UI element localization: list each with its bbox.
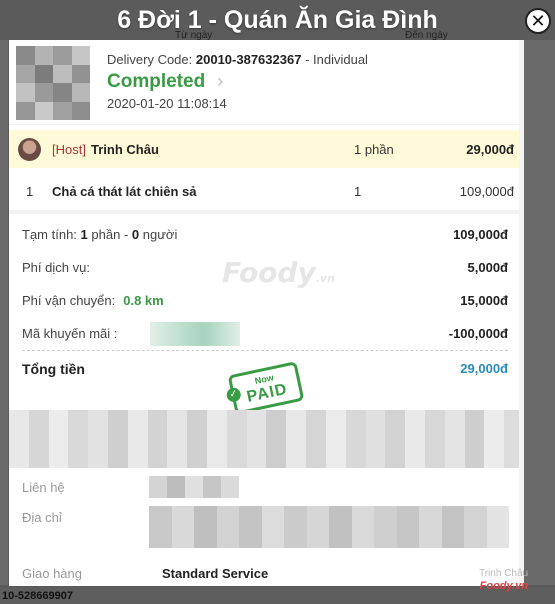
modal-scrollbar[interactable] xyxy=(519,40,524,586)
order-type: - Individual xyxy=(305,52,368,67)
subtotal-label-post: người xyxy=(142,227,178,242)
subtotal-label-pre: Tạm tính: xyxy=(22,227,77,242)
promo-code-blurred xyxy=(150,322,240,346)
host-row: [Host] Trinh Châu 1 phần 29,000đ xyxy=(9,130,524,168)
blurred-customer-info xyxy=(9,410,524,468)
service-fee-row: Phí dịch vụ: 5,000đ xyxy=(22,260,508,278)
total-label: Tổng tiền xyxy=(22,361,85,377)
summary-divider xyxy=(22,350,508,351)
promo-label: Mã khuyến mãi : xyxy=(22,326,118,341)
order-detail-modal: Delivery Code: 20010-387632367 - Individ… xyxy=(9,40,524,586)
host-price: 29,000đ xyxy=(466,142,514,157)
total-value: 29,000đ xyxy=(460,361,508,376)
subtotal-people: 0 xyxy=(131,227,140,242)
delivery-row: Giao hàng Standard Service xyxy=(9,558,524,586)
item-quantity: 1 xyxy=(354,184,362,199)
address-label: Địa chỉ xyxy=(22,510,62,525)
host-quantity: 1 phần xyxy=(354,142,394,157)
delivery-label: Giao hàng xyxy=(22,566,82,581)
item-index: 1 xyxy=(26,184,34,199)
item-price: 109,000đ xyxy=(459,184,514,199)
shipping-fee-label-group: Phí vận chuyển: 0.8 km xyxy=(22,293,164,308)
close-icon: ✕ xyxy=(530,11,546,31)
contact-row: Liên hệ xyxy=(9,472,524,502)
now-paid-stamp: ✓ Now PAID xyxy=(225,361,305,415)
subtotal-label: Tạm tính: 1 phần - 0 người xyxy=(22,227,177,242)
subtotal-row: Tạm tính: 1 phần - 0 người 109,000đ xyxy=(22,227,508,245)
popup-title: 6 Đời 1 - Quán Ăn Gia Đình xyxy=(117,6,438,34)
chevron-right-icon: › xyxy=(217,71,224,91)
delivery-code-label: Delivery Code: xyxy=(107,52,193,67)
address-value-blurred xyxy=(149,506,509,548)
corner-watermark-name: Trinh Châu xyxy=(479,568,529,579)
background-right-strip xyxy=(523,40,555,585)
corner-watermark-logo: Foody.vn xyxy=(479,580,529,592)
order-header: Delivery Code: 20010-387632367 - Individ… xyxy=(9,40,524,125)
item-name: Chả cá thát lát chiên sả xyxy=(52,184,197,199)
host-tag: [Host] xyxy=(52,142,86,157)
host-name: Trinh Châu xyxy=(91,142,159,157)
store-thumbnail xyxy=(16,46,90,120)
contact-value-blurred xyxy=(149,476,239,498)
subtotal-label-mid: phần - xyxy=(91,227,129,242)
subtotal-value: 109,000đ xyxy=(453,227,508,242)
contact-label: Liên hệ xyxy=(22,480,65,495)
close-button[interactable]: ✕ xyxy=(525,8,551,34)
address-row: Địa chỉ xyxy=(9,502,524,556)
delivery-code-line: Delivery Code: 20010-387632367 - Individ… xyxy=(107,52,368,67)
shipping-distance: 0.8 km xyxy=(123,293,164,308)
host-avatar xyxy=(18,138,41,161)
delivery-value: Standard Service xyxy=(162,566,269,581)
delivery-code: 20010-387632367 xyxy=(195,52,302,67)
corner-watermark: Trinh Châu Foody.vn xyxy=(479,568,528,592)
background-left-strip xyxy=(0,40,8,585)
promo-row: Mã khuyến mãi : -100,000đ xyxy=(22,322,508,346)
contact-section: Liên hệ Địa chỉ Giao hàng Standard Servi… xyxy=(9,472,524,586)
order-status-text: Completed xyxy=(107,71,206,92)
shipping-fee-label: Phí vận chuyển: xyxy=(22,293,116,308)
order-datetime: 2020-01-20 11:08:14 xyxy=(107,96,227,111)
background-footer-text: 10-528669907 xyxy=(0,588,555,604)
order-status[interactable]: Completed › xyxy=(107,71,223,93)
promo-value: -100,000đ xyxy=(448,326,508,341)
price-summary: Foody.vn Tạm tính: 1 phần - 0 người 109,… xyxy=(9,214,524,415)
service-fee-value: 5,000đ xyxy=(467,260,508,275)
shipping-fee-row: Phí vận chuyển: 0.8 km 15,000đ xyxy=(22,293,508,311)
shipping-fee-value: 15,000đ xyxy=(460,293,508,308)
order-item-row: 1 Chả cá thát lát chiên sả 1 109,000đ xyxy=(9,168,524,214)
subtotal-portions: 1 xyxy=(80,227,88,242)
service-fee-label: Phí dịch vụ: xyxy=(22,260,90,275)
